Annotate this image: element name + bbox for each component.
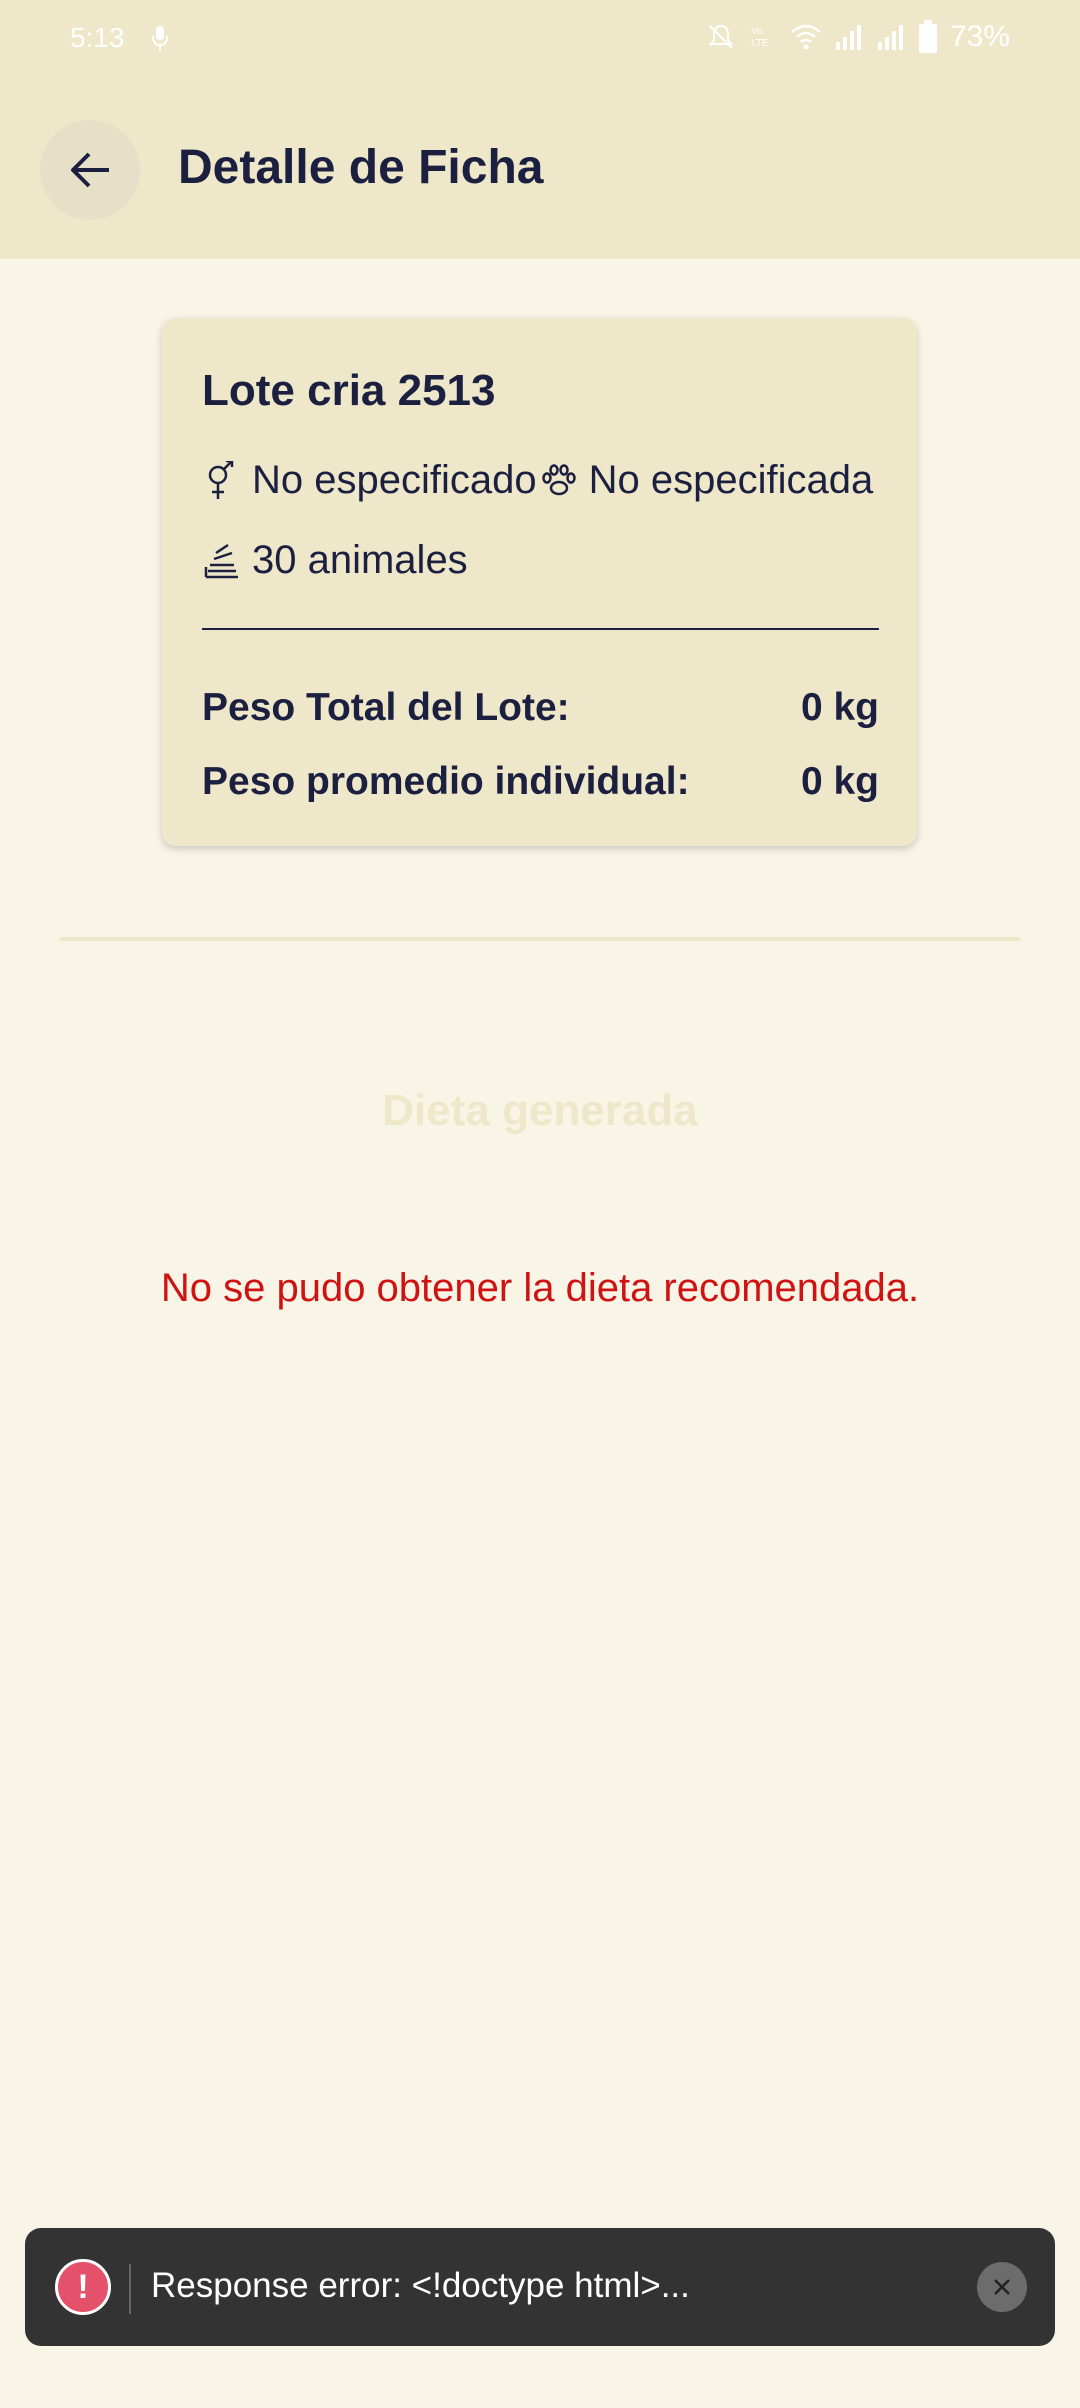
diet-error-message: No se pudo obtener la dieta recomendada. [160, 1266, 920, 1310]
gender-icon [208, 460, 234, 499]
status-icons: Vo LTE 73% [706, 20, 1010, 54]
volte-icon: Vo LTE [751, 26, 769, 49]
avg-weight-value: 0 kg [800, 760, 879, 803]
batch-animal-count: 30 animales [252, 538, 468, 582]
diet-heading: Dieta generada [382, 1086, 698, 1135]
svg-text:LTE: LTE [751, 38, 769, 49]
avg-weight-label: Peso promedio individual: [202, 760, 690, 803]
batch-title: Lote cria 2513 [202, 366, 496, 415]
close-icon [994, 2279, 1010, 2295]
mic-icon [152, 26, 168, 51]
page-title: Detalle de Ficha [178, 141, 544, 194]
avg-weight-row: Peso promedio individual: 0 kg [202, 760, 879, 804]
section-divider [60, 937, 1020, 941]
batch-species: No especificada [588, 458, 874, 502]
batch-count-row: 30 animales [202, 538, 468, 583]
signal-icon [877, 25, 903, 50]
total-weight-label: Peso Total del Lote: [202, 686, 570, 729]
batch-card: Lote cria 2513 No especificado No especi… [162, 318, 917, 846]
batch-attributes: No especificado No especificada [202, 458, 873, 503]
toast-close-button[interactable] [977, 2262, 1027, 2312]
svg-text:Vo: Vo [751, 26, 763, 37]
stack-icon [204, 543, 238, 578]
error-toast: ! Response error: <!doctype html>... [25, 2228, 1055, 2346]
back-button[interactable] [40, 120, 140, 220]
arrow-left-icon [71, 152, 109, 188]
status-time: 5:13 [70, 22, 125, 53]
signal-icon [835, 25, 861, 50]
card-divider [202, 628, 879, 630]
batch-sex: No especificado [252, 458, 537, 502]
alert-icon: ! [55, 2259, 111, 2315]
total-weight-row: Peso Total del Lote: 0 kg [202, 686, 879, 730]
battery-percent: 73% [949, 20, 1010, 53]
mute-icon [708, 24, 733, 49]
toast-separator [129, 2264, 131, 2314]
paw-icon [541, 463, 576, 495]
wifi-icon [791, 24, 821, 50]
battery-icon [918, 20, 937, 53]
total-weight-value: 0 kg [800, 686, 879, 729]
status-bar: 5:13 Vo LTE 73% [0, 0, 1080, 80]
toast-message: Response error: <!doctype html>... [151, 2266, 690, 2305]
